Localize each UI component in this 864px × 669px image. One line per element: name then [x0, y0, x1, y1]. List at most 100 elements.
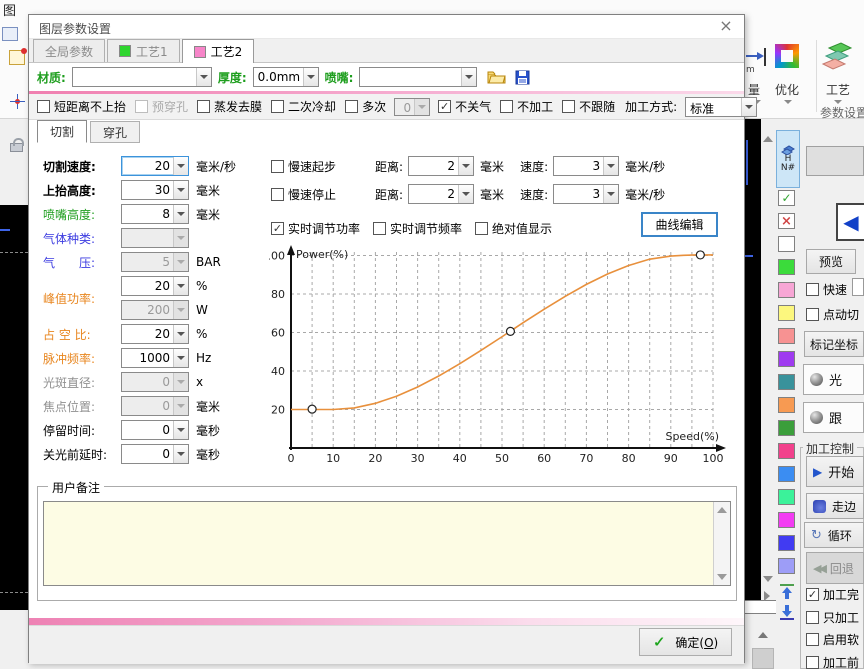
- fast-checkbox[interactable]: 快速: [806, 281, 847, 298]
- process-tab-1[interactable]: 切割: [37, 120, 87, 143]
- param-combo[interactable]: 20: [121, 156, 189, 176]
- layerbar-scroll-down-icon[interactable]: [763, 576, 773, 582]
- chevron-down-icon[interactable]: [173, 157, 188, 175]
- distance-combo[interactable]: 2: [408, 156, 474, 176]
- layer-disabled-swatch[interactable]: ×: [778, 213, 795, 229]
- move-layer-down-icon[interactable]: [778, 604, 796, 622]
- layer-color-swatch[interactable]: [778, 282, 795, 298]
- close-icon[interactable]: ×: [716, 17, 736, 36]
- layer-color-swatch[interactable]: [778, 305, 795, 321]
- realtime-checkbox[interactable]: 绝对值显示: [475, 220, 552, 237]
- chevron-down-icon[interactable]: [603, 185, 618, 203]
- preview-button[interactable]: 预览: [806, 249, 856, 274]
- option-checkbox[interactable]: 短距离不上抬: [37, 98, 126, 115]
- power-speed-chart[interactable]: 010203040506070809010020406080100Power(%…: [269, 244, 741, 466]
- note-scrollbar[interactable]: [713, 502, 730, 585]
- speed-combo[interactable]: 3: [553, 156, 619, 176]
- document-icon[interactable]: [2, 27, 18, 41]
- realtime-checkbox[interactable]: 实时调节频率: [373, 220, 462, 237]
- loop-button[interactable]: ↻循环: [804, 522, 864, 548]
- layer-color-swatch[interactable]: [778, 512, 795, 528]
- param-combo[interactable]: 0: [121, 420, 189, 440]
- optimize-label[interactable]: 优化: [775, 81, 799, 98]
- scroll-up-icon[interactable]: [717, 507, 727, 513]
- process-tab-2[interactable]: 穿孔: [90, 121, 140, 143]
- craft-layers-icon[interactable]: [819, 40, 855, 72]
- ok-button[interactable]: ✓ 确定(O): [639, 628, 732, 656]
- measure-icon[interactable]: m: [744, 46, 768, 74]
- process-option-checkbox[interactable]: 只加工: [806, 609, 859, 626]
- slow-checkbox[interactable]: 慢速停止: [271, 186, 367, 203]
- dialog-titlebar[interactable]: 图层参数设置 ×: [29, 15, 744, 39]
- chevron-down-icon[interactable]: [173, 277, 188, 295]
- walk-edge-button[interactable]: 走边: [806, 493, 864, 519]
- curve-edit-button[interactable]: 曲线编辑: [641, 212, 718, 237]
- option-checkbox[interactable]: ✓不关气: [438, 98, 491, 115]
- save-icon[interactable]: [515, 70, 530, 85]
- chevron-down-icon[interactable]: [603, 157, 618, 175]
- chevron-down-icon[interactable]: [461, 68, 476, 86]
- chevron-down-icon[interactable]: [458, 185, 473, 203]
- layer-tab-1[interactable]: 全局参数: [33, 39, 105, 62]
- layer-color-swatch[interactable]: [778, 236, 795, 252]
- drawing-canvas-right[interactable]: [745, 119, 761, 600]
- move-layer-up-icon[interactable]: [778, 582, 796, 600]
- layer-color-swatch[interactable]: [778, 535, 795, 551]
- option-checkbox[interactable]: 二次冷却: [271, 98, 336, 115]
- measure-label[interactable]: 量: [748, 81, 760, 98]
- scroll-up-icon[interactable]: [758, 632, 768, 638]
- follow-button[interactable]: 跟: [803, 402, 864, 433]
- nozzle-combo[interactable]: [359, 67, 477, 87]
- option-checkbox[interactable]: 不加工: [500, 98, 553, 115]
- fast-value-field[interactable]: [852, 278, 864, 296]
- layerbar-scroll-up-icon[interactable]: [763, 136, 773, 142]
- crosshair-icon[interactable]: [10, 94, 25, 109]
- layer-color-swatch[interactable]: [778, 351, 795, 367]
- ribbon-tab-partial[interactable]: 图: [3, 0, 16, 19]
- optimize-caret-icon[interactable]: [784, 100, 792, 104]
- chevron-down-icon[interactable]: [173, 349, 188, 367]
- option-checkbox[interactable]: 不跟随: [562, 98, 615, 115]
- chevron-down-icon[interactable]: [173, 421, 188, 439]
- layer-color-swatch[interactable]: [778, 489, 795, 505]
- drawing-canvas-left[interactable]: [0, 205, 28, 610]
- process-option-checkbox[interactable]: ✓加工完: [806, 586, 859, 603]
- distance-combo[interactable]: 2: [408, 184, 474, 204]
- layer-color-swatch[interactable]: [778, 558, 795, 574]
- open-folder-icon[interactable]: [487, 69, 506, 85]
- light-gate-button[interactable]: 光: [803, 364, 864, 395]
- chevron-down-icon[interactable]: [173, 445, 188, 463]
- param-combo[interactable]: 20: [121, 276, 189, 296]
- layer-color-swatch[interactable]: [778, 374, 795, 390]
- layer-color-swatch[interactable]: [778, 420, 795, 436]
- lock-icon[interactable]: [10, 143, 23, 152]
- layerbar-expand-icon[interactable]: [764, 591, 770, 601]
- new-shape-icon[interactable]: [9, 50, 25, 65]
- process-option-checkbox[interactable]: 启用软: [806, 631, 859, 648]
- chevron-down-icon[interactable]: [303, 68, 318, 86]
- layer-color-swatch[interactable]: [778, 443, 795, 459]
- layer-color-swatch[interactable]: [778, 397, 795, 413]
- option-checkbox[interactable]: 蒸发去膜: [197, 98, 262, 115]
- param-combo[interactable]: 0: [121, 444, 189, 464]
- param-combo[interactable]: 8: [121, 204, 189, 224]
- chevron-down-icon[interactable]: [173, 181, 188, 199]
- layer-color-swatch[interactable]: [778, 466, 795, 482]
- layer-tool-header[interactable]: H N#: [776, 130, 800, 188]
- user-note-textarea[interactable]: [43, 501, 731, 586]
- realtime-checkbox[interactable]: ✓实时调节功率: [271, 220, 360, 237]
- chevron-down-icon[interactable]: [173, 325, 188, 343]
- vertical-scrollbar-thumb[interactable]: [752, 648, 774, 669]
- material-combo[interactable]: [72, 67, 212, 87]
- layer-tab-2[interactable]: 工艺1: [107, 39, 180, 62]
- start-button[interactable]: ▶开始: [806, 456, 864, 487]
- layer-color-swatch[interactable]: [778, 328, 795, 344]
- process-mode-combo[interactable]: 标准: [685, 97, 757, 117]
- param-combo[interactable]: 20: [121, 324, 189, 344]
- thickness-combo[interactable]: 0.0mm: [253, 67, 319, 87]
- chevron-down-icon[interactable]: [173, 205, 188, 223]
- layer-visible-swatch[interactable]: ✓: [778, 190, 795, 206]
- option-checkbox[interactable]: 多次: [345, 98, 386, 115]
- optimize-icon[interactable]: [775, 44, 799, 68]
- layer-color-swatch[interactable]: [778, 259, 795, 275]
